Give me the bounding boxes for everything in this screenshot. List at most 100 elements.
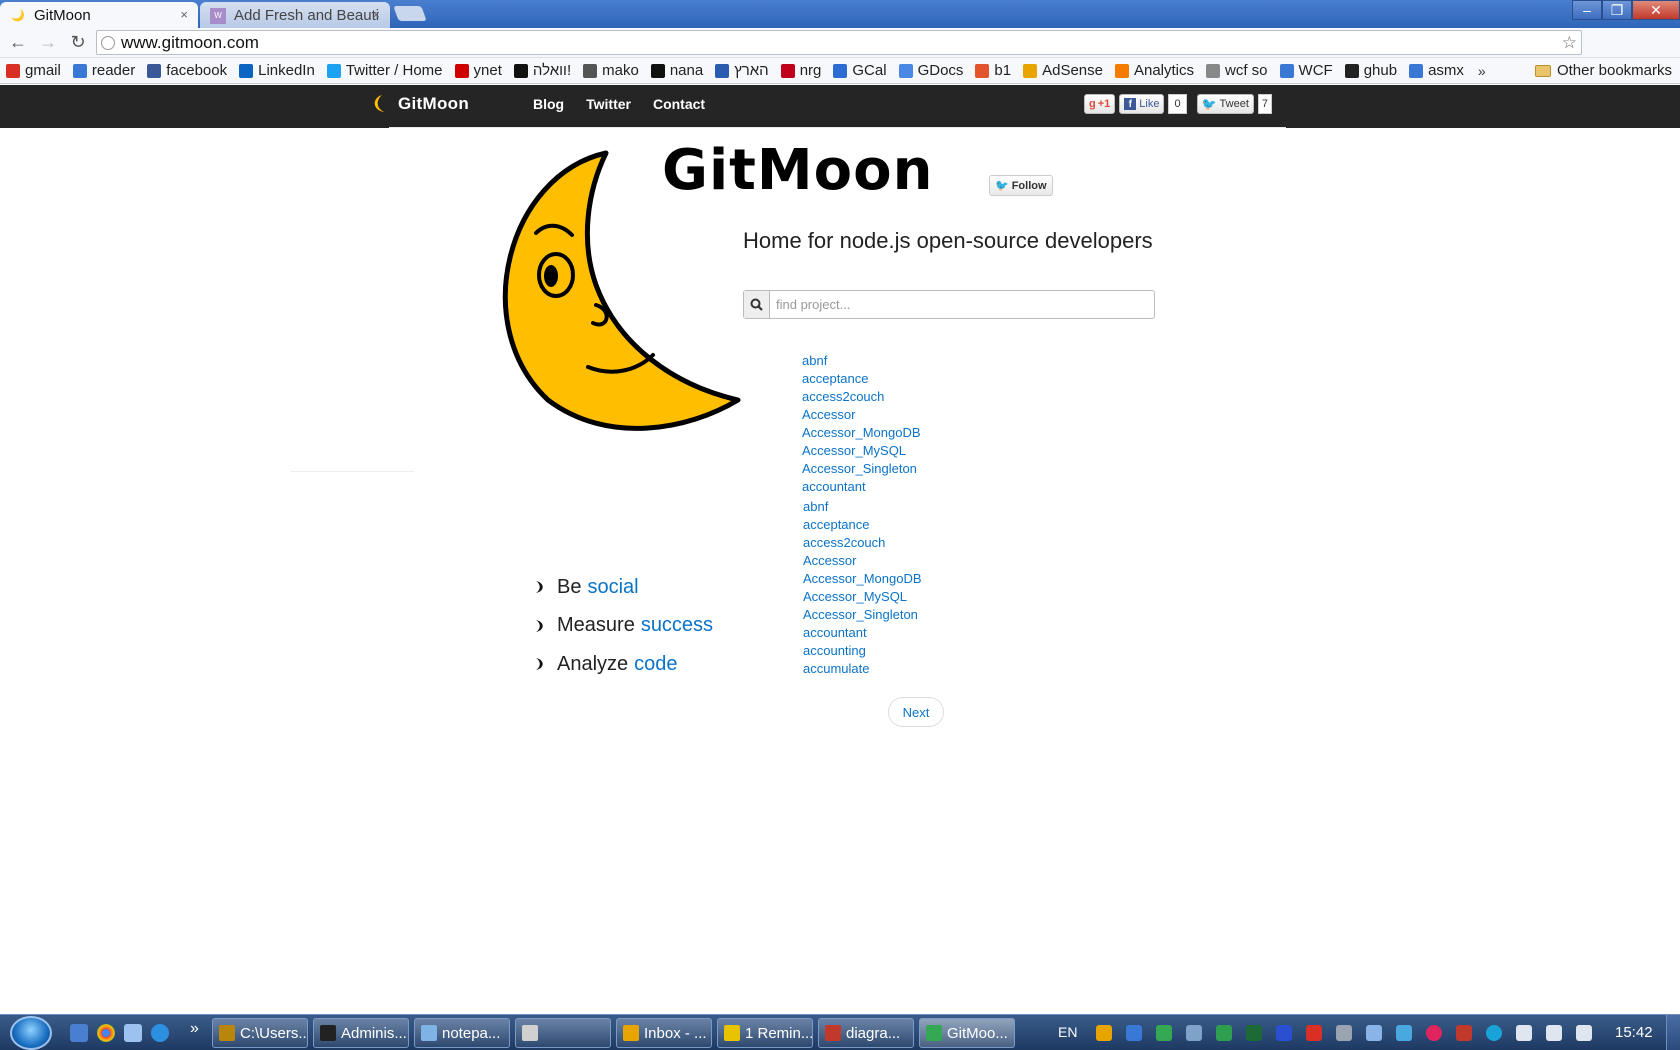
tab-close-icon[interactable]: × — [372, 7, 380, 22]
tray-app-icon[interactable] — [1126, 1025, 1142, 1041]
address-url[interactable]: www.gitmoon.com — [121, 33, 259, 53]
project-link[interactable]: Accessor — [803, 552, 922, 570]
taskbar-task[interactable]: notepa... — [414, 1018, 510, 1048]
bookmark-asmx[interactable]: asmx — [1409, 62, 1464, 79]
bookmark-item[interactable]: וואלה! — [513, 62, 571, 79]
address-bar[interactable]: www.gitmoon.com ☆ — [96, 30, 1582, 55]
bookmark-item[interactable]: הארץ — [715, 62, 769, 79]
project-link[interactable]: accountant — [803, 624, 922, 642]
project-link[interactable]: Accessor_MySQL — [802, 442, 921, 460]
bookmark-star-icon[interactable]: ☆ — [1562, 33, 1577, 53]
tray-app-icon[interactable] — [1276, 1025, 1292, 1041]
feature-link-success[interactable]: success — [641, 614, 713, 637]
maximize-button[interactable]: ❐ — [1602, 0, 1632, 20]
tray-opera-icon[interactable] — [1426, 1025, 1442, 1041]
taskbar-task[interactable]: C:\Users... — [212, 1018, 308, 1048]
tab-gitmoon[interactable]: 🌙 GitMoon × — [0, 2, 198, 29]
project-link[interactable]: accumulate — [803, 660, 922, 678]
tray-app-icon[interactable] — [1246, 1025, 1262, 1041]
bookmark-gmail[interactable]: gmail — [6, 62, 61, 79]
taskbar-task[interactable]: Adminis... — [313, 1018, 409, 1048]
search-icon[interactable] — [744, 291, 770, 318]
tray-app-icon[interactable] — [1486, 1025, 1502, 1041]
tray-app-icon[interactable] — [1306, 1025, 1322, 1041]
tab-add-fresh[interactable]: W Add Fresh and Beauti × — [200, 2, 390, 29]
nav-twitter[interactable]: Twitter — [586, 96, 631, 112]
feature-link-social[interactable]: social — [587, 576, 638, 599]
bookmark-analytics[interactable]: Analytics — [1114, 62, 1194, 79]
taskbar-task[interactable]: 1 Remin... — [717, 1018, 813, 1048]
taskbar-task[interactable] — [515, 1018, 611, 1048]
tray-app-icon[interactable] — [1096, 1025, 1112, 1041]
project-link[interactable]: Accessor_MongoDB — [803, 570, 922, 588]
project-link[interactable]: Accessor — [802, 406, 921, 424]
tweet-button[interactable]: 🐦 Tweet — [1196, 94, 1254, 114]
project-link[interactable]: access2couch — [802, 388, 921, 406]
bookmark-ghub[interactable]: ghub — [1344, 62, 1397, 79]
back-button[interactable]: ← — [6, 31, 30, 55]
search-input[interactable] — [770, 291, 1154, 318]
tray-app-icon[interactable] — [1186, 1025, 1202, 1041]
minimize-button[interactable]: – — [1572, 0, 1602, 20]
google-plus-button[interactable]: g +1 — [1084, 94, 1116, 114]
tray-flag-icon[interactable] — [1546, 1025, 1562, 1041]
show-desktop-button[interactable] — [1666, 1015, 1680, 1050]
project-link[interactable]: acceptance — [802, 370, 921, 388]
clock[interactable]: 15:42 — [1615, 1024, 1653, 1041]
tray-app-icon[interactable] — [1336, 1025, 1352, 1041]
feature-link-code[interactable]: code — [634, 653, 677, 676]
taskbar-task[interactable]: Inbox - ... — [616, 1018, 712, 1048]
reload-button[interactable]: ↻ — [66, 31, 90, 55]
nav-contact[interactable]: Contact — [653, 96, 705, 112]
new-tab-button[interactable] — [393, 6, 427, 21]
quick-launch-more-icon[interactable]: » — [190, 1020, 199, 1038]
bookmark-twitter-home[interactable]: Twitter / Home — [326, 62, 443, 79]
nav-blog[interactable]: Blog — [533, 96, 564, 112]
facebook-like-button[interactable]: f Like — [1119, 94, 1165, 114]
ie-icon[interactable] — [151, 1024, 169, 1042]
tray-volume-icon[interactable] — [1576, 1025, 1592, 1041]
tray-app-icon[interactable] — [1366, 1025, 1382, 1041]
project-link[interactable]: Accessor_Singleton — [803, 606, 922, 624]
bookmark-mako[interactable]: mako — [583, 62, 639, 79]
taskbar-task[interactable]: diagra... — [818, 1018, 914, 1048]
show-desktop-icon[interactable] — [70, 1024, 88, 1042]
bookmark-wcf-so[interactable]: wcf so — [1206, 62, 1268, 79]
tray-shield-icon[interactable] — [1456, 1025, 1472, 1041]
language-indicator[interactable]: EN — [1058, 1024, 1077, 1040]
bookmarks-more-icon[interactable]: » — [1478, 63, 1486, 79]
project-link[interactable]: accountant — [802, 478, 921, 496]
close-window-button[interactable]: ✕ — [1632, 0, 1680, 20]
chrome-icon[interactable] — [97, 1024, 115, 1042]
bookmark-facebook[interactable]: facebook — [147, 62, 227, 79]
project-link[interactable]: Accessor_Singleton — [802, 460, 921, 478]
bookmark-b1[interactable]: b1 — [975, 62, 1011, 79]
tray-app-icon[interactable] — [1516, 1025, 1532, 1041]
bookmark-linkedin[interactable]: LinkedIn — [239, 62, 315, 79]
bookmark-wcf[interactable]: WCF — [1279, 62, 1333, 79]
start-button[interactable] — [10, 1016, 52, 1050]
bookmark-gcal[interactable]: GCal — [833, 62, 887, 79]
project-link[interactable]: abnf — [803, 498, 922, 516]
bookmark-nana[interactable]: nana — [650, 62, 703, 79]
page-info-icon[interactable] — [101, 35, 115, 50]
project-link[interactable]: Accessor_MySQL — [803, 588, 922, 606]
bookmark-ynet[interactable]: ynet — [454, 62, 502, 79]
tray-app-icon[interactable] — [1396, 1025, 1412, 1041]
brand-link[interactable]: GitMoon — [370, 94, 469, 114]
project-link[interactable]: access2couch — [803, 534, 922, 552]
other-bookmarks[interactable]: Other bookmarks — [1534, 62, 1672, 79]
bookmark-nrg[interactable]: nrg — [780, 62, 821, 79]
tray-network-icon[interactable] — [1156, 1025, 1172, 1041]
project-link[interactable]: Accessor_MongoDB — [802, 424, 921, 442]
taskbar-task[interactable]: GitMoo... — [919, 1018, 1015, 1048]
tray-app-icon[interactable] — [1216, 1025, 1232, 1041]
bookmark-gdocs[interactable]: GDocs — [898, 62, 963, 79]
project-link[interactable]: accounting — [803, 642, 922, 660]
notepad-icon[interactable] — [124, 1024, 142, 1042]
project-link[interactable]: acceptance — [803, 516, 922, 534]
next-page-button[interactable]: Next — [888, 697, 944, 727]
forward-button[interactable]: → — [36, 31, 60, 55]
bookmark-reader[interactable]: reader — [72, 62, 135, 79]
tab-close-icon[interactable]: × — [180, 7, 188, 22]
